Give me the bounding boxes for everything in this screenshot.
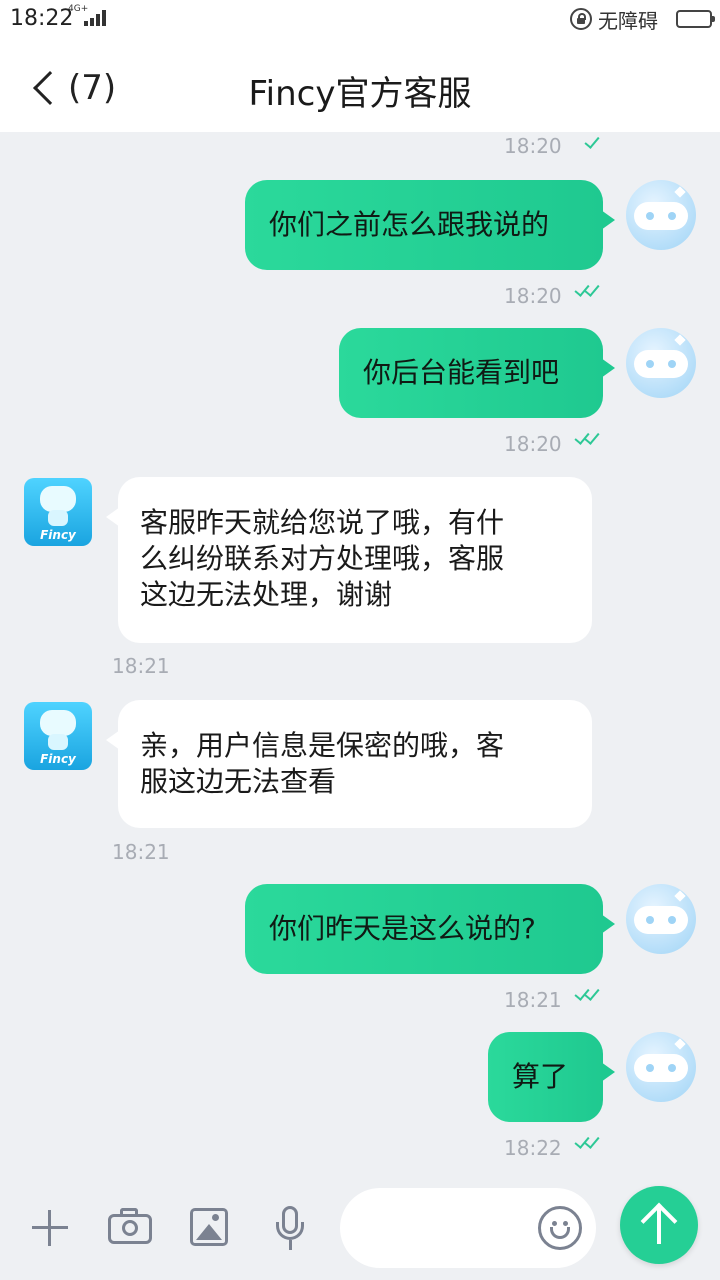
message-input-field[interactable] — [340, 1188, 596, 1268]
message-text-line: 亲，用户信息是保密的哦，客 — [140, 729, 505, 762]
message-time: 18:20 — [504, 432, 562, 456]
message-input[interactable] — [364, 1208, 534, 1248]
chat-header: (7) Fincy官方客服 — [0, 38, 720, 132]
message-text: 你们之前怎么跟我说的 — [269, 208, 550, 241]
status-bar: 18:22 4G+ 无障碍 — [0, 0, 720, 38]
message-text: 算了 — [512, 1060, 569, 1093]
message-time: 18:21 — [112, 840, 170, 864]
send-button[interactable] — [620, 1186, 698, 1264]
single-check-icon — [578, 133, 608, 152]
input-bar — [0, 1182, 720, 1280]
incoming-message[interactable]: 亲，用户信息是保密的哦，客 服这边无法查看 — [106, 700, 592, 828]
accessibility-label: 无障碍 — [598, 8, 658, 33]
double-check-icon — [574, 1133, 604, 1152]
message-text: 你后台能看到吧 — [363, 356, 560, 389]
service-avatar[interactable]: Fincy — [24, 702, 92, 770]
outgoing-message[interactable]: 你们昨天是这么说的? — [245, 884, 615, 974]
status-time: 18:22 — [10, 6, 74, 31]
avatar-brand: Fincy — [40, 528, 76, 542]
page-title: Fincy官方客服 — [248, 74, 472, 114]
message-time: 18:20 — [504, 284, 562, 308]
signal-icon — [84, 10, 108, 26]
double-check-icon — [574, 985, 604, 1004]
message-time: 18:21 — [504, 988, 562, 1012]
message-text-line: 客服昨天就给您说了哦，有什 — [140, 506, 505, 539]
user-avatar[interactable] — [626, 1032, 696, 1102]
incoming-message[interactable]: 客服昨天就给您说了哦，有什 么纠纷联系对方处理哦，客服 这边无法处理，谢谢 — [106, 477, 592, 643]
battery-icon — [676, 10, 715, 28]
image-icon[interactable] — [186, 1204, 234, 1252]
message-text: 你们昨天是这么说的? — [269, 912, 536, 945]
message-time: 18:21 — [112, 654, 170, 678]
message-list[interactable]: 18:20 你们之前怎么跟我说的 18:20 你后台能看到吧 18:20 Fin… — [0, 132, 720, 1182]
user-avatar[interactable] — [626, 884, 696, 954]
emoji-icon[interactable] — [538, 1206, 582, 1250]
message-text-line: 这边无法处理，谢谢 — [140, 578, 393, 611]
message-text-line: 服这边无法查看 — [140, 765, 337, 798]
message-time: 18:22 — [504, 1136, 562, 1160]
message-time: 18:20 — [504, 134, 562, 158]
rotation-lock-icon — [570, 8, 592, 30]
plus-icon[interactable] — [26, 1204, 74, 1252]
microphone-icon[interactable] — [266, 1204, 314, 1252]
double-check-icon — [574, 281, 604, 300]
avatar-brand: Fincy — [40, 752, 76, 766]
outgoing-message[interactable]: 你后台能看到吧 — [339, 328, 615, 418]
outgoing-message[interactable]: 算了 — [488, 1032, 615, 1122]
double-check-icon — [574, 429, 604, 448]
outgoing-message[interactable]: 你们之前怎么跟我说的 — [245, 180, 615, 270]
camera-icon[interactable] — [106, 1204, 154, 1252]
message-text-line: 么纠纷联系对方处理哦，客服 — [140, 542, 505, 575]
user-avatar[interactable] — [626, 328, 696, 398]
user-avatar[interactable] — [626, 180, 696, 250]
service-avatar[interactable]: Fincy — [24, 478, 92, 546]
